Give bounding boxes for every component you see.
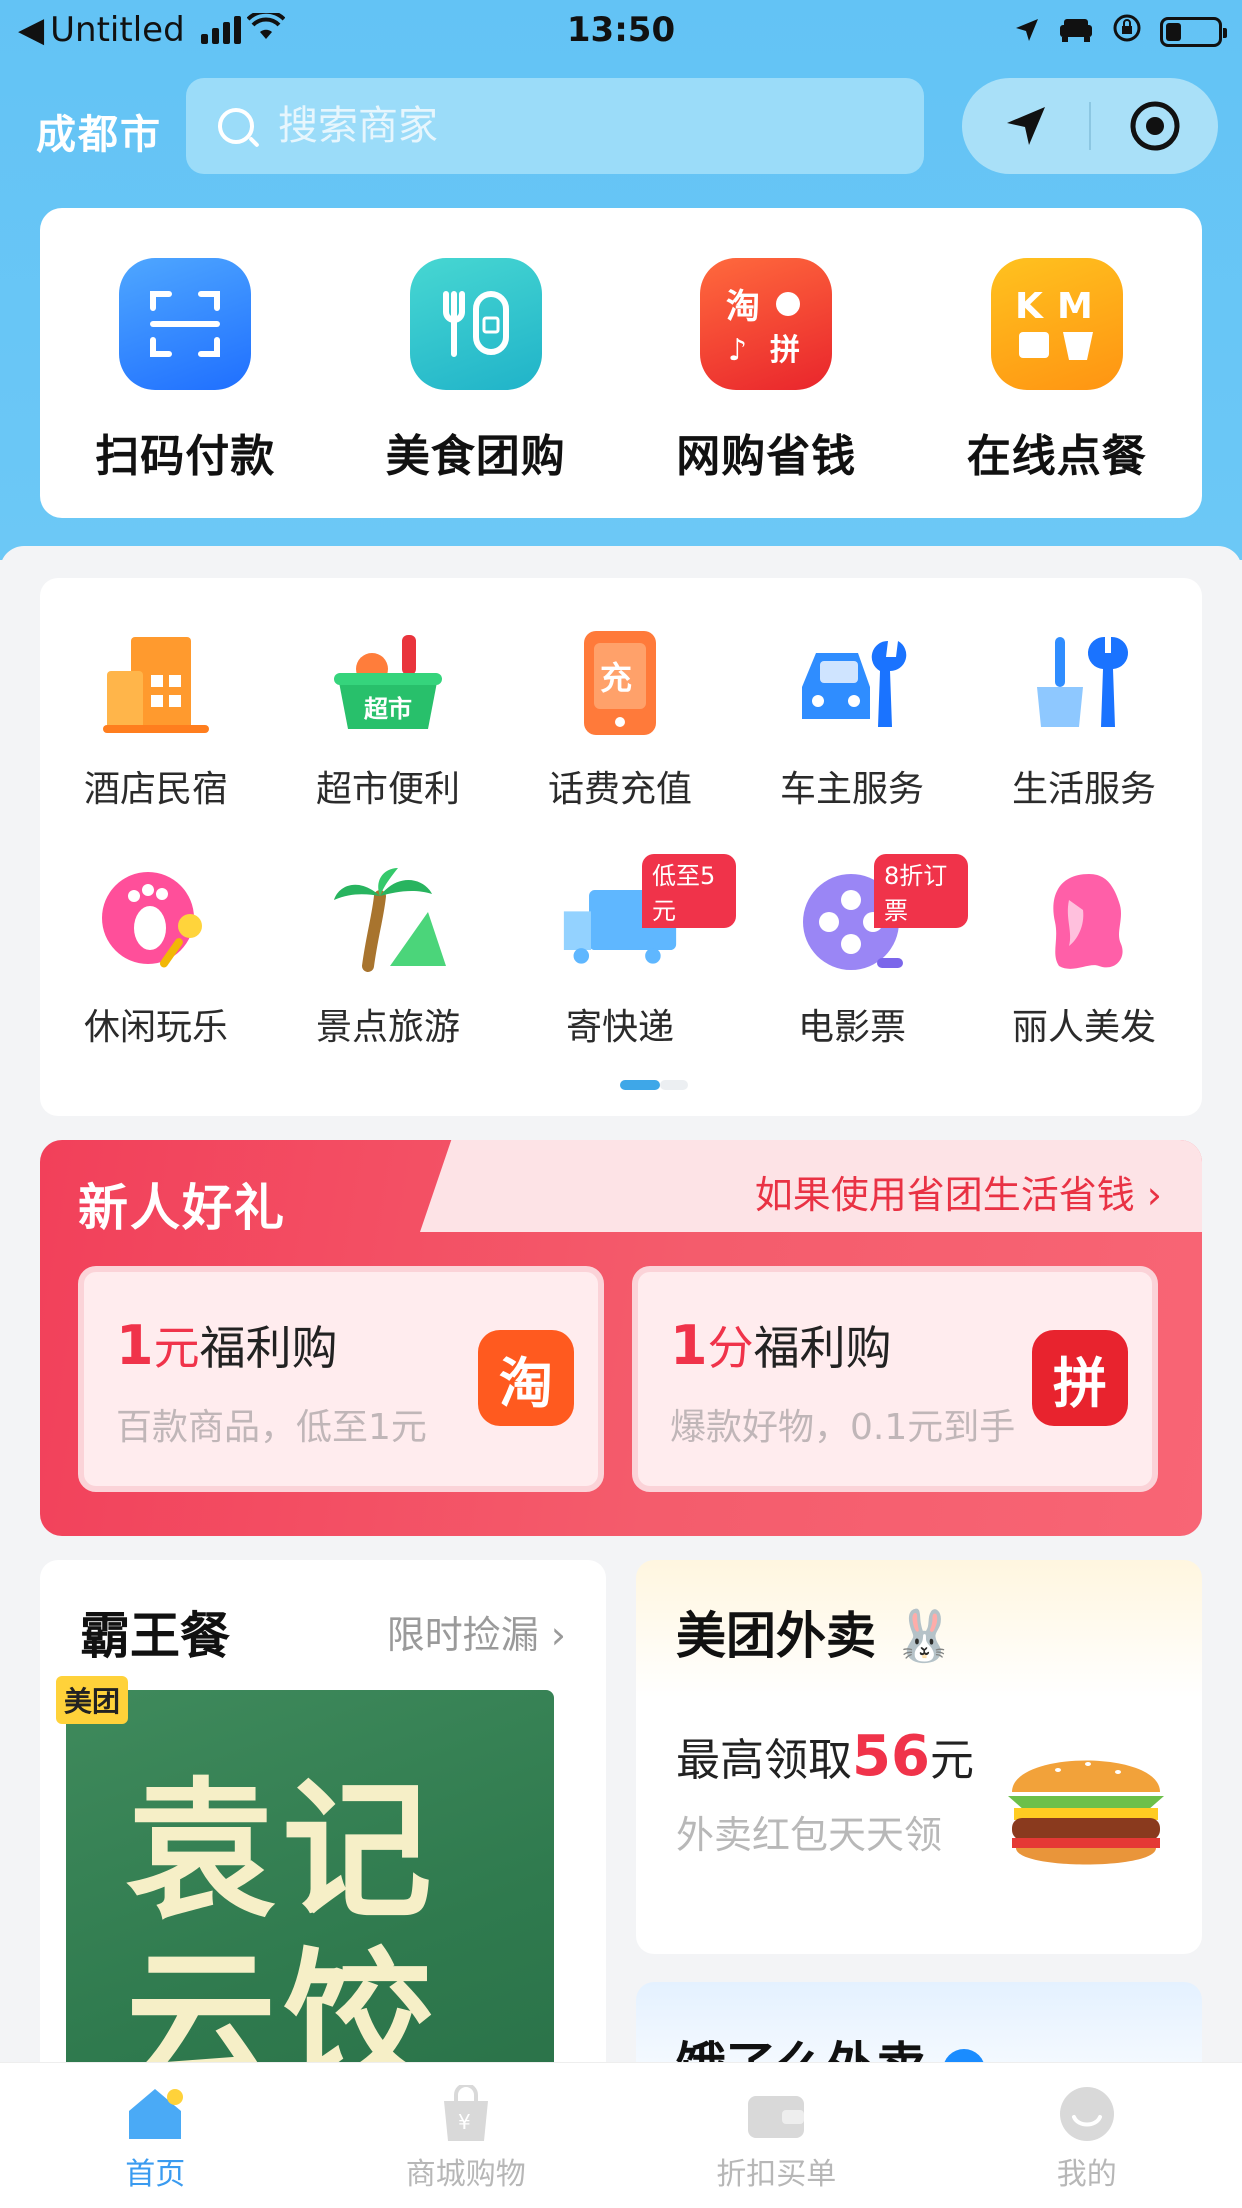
bawangcan-poster[interactable]: 美团 袁记 云饺 xyxy=(56,1676,554,2120)
search-bar[interactable] xyxy=(186,78,924,174)
profile-icon xyxy=(1057,2085,1117,2143)
coupon-label: 福利购 xyxy=(753,1321,892,1375)
coupon-taobao[interactable]: 1元福利购 百款商品，低至1元 淘 xyxy=(78,1266,604,1492)
meituan-subtitle: 外卖红包天天领 xyxy=(676,1813,943,1857)
beauty-icon xyxy=(1024,866,1144,976)
svg-text:¥: ¥ xyxy=(458,2110,471,2134)
meituan-waimai-title: 美团外卖 xyxy=(676,1607,876,1665)
service-movie[interactable]: 电影票 8折订票 xyxy=(736,854,968,1050)
car-service-icon xyxy=(792,628,912,738)
tab-discount[interactable]: 折扣买单 xyxy=(621,2063,932,2208)
city-selector[interactable]: 成都市 xyxy=(36,102,162,160)
location-button[interactable] xyxy=(962,78,1089,174)
shopping-bag-icon: ¥ xyxy=(436,2085,496,2143)
bawangcan-title: 霸王餐 xyxy=(80,1607,230,1665)
services-grid: 酒店民宿 超市 超市便利 充 话费充值 车主服务 生活服务 休闲玩乐 景点旅游 … xyxy=(40,628,1202,1050)
service-car-owner[interactable]: 车主服务 xyxy=(736,628,968,812)
quick-action-online-order[interactable]: KM 在线点餐 xyxy=(937,258,1177,518)
svg-text:♪: ♪ xyxy=(728,333,747,368)
svg-text:K: K xyxy=(1015,286,1044,327)
svg-text:充: 充 xyxy=(600,659,632,697)
leisure-icon xyxy=(96,866,216,976)
search-icon xyxy=(218,108,254,144)
coupon-unit: 分 xyxy=(707,1321,754,1375)
svg-text:淘: 淘 xyxy=(726,287,760,327)
coupon-pinduoduo[interactable]: 1分福利购 爆款好物，0.1元到手 拼 xyxy=(632,1266,1158,1492)
life-service-icon xyxy=(1024,628,1144,738)
coupon-amount: 1 xyxy=(116,1314,154,1377)
page-dot xyxy=(660,1080,688,1090)
navigation-icon xyxy=(1006,107,1045,145)
quick-actions-card: 扫码付款 美食团购 淘 ♪ 拼 网购省钱 KM 在线点餐 xyxy=(40,208,1202,518)
location-arrow-icon xyxy=(1014,12,1040,52)
phone-recharge-icon: 充 xyxy=(560,628,680,738)
service-express[interactable]: 寄快递 低至5元 xyxy=(504,854,736,1050)
page-indicator xyxy=(620,1080,688,1090)
quick-action-food-group[interactable]: 美食团购 xyxy=(356,258,596,518)
service-leisure[interactable]: 休闲玩乐 xyxy=(40,866,272,1050)
rotation-lock-icon xyxy=(1112,12,1142,52)
service-hotel[interactable]: 酒店民宿 xyxy=(40,628,272,812)
movie-badge: 8折订票 xyxy=(874,854,968,928)
scan-icon xyxy=(119,258,252,390)
food-group-icon xyxy=(409,258,542,390)
meituan-tag: 美团 xyxy=(56,1676,129,1724)
promo-title: 新人好礼 xyxy=(78,1179,286,1237)
services-grid-card: 酒店民宿 超市 超市便利 充 话费充值 车主服务 生活服务 休闲玩乐 景点旅游 … xyxy=(40,578,1202,1116)
new-user-promo-banner: 新人好礼 如果使用省团生活省钱 › 1元福利购 百款商品，低至1元 淘 1分福利… xyxy=(40,1140,1202,1536)
wallet-icon xyxy=(746,2085,806,2143)
bawangcan-card[interactable]: 霸王餐 限时捡漏 › 美团 袁记 云饺 xyxy=(40,1560,606,2120)
battery-icon xyxy=(1160,17,1227,47)
chevron-right-icon: › xyxy=(1146,1173,1162,1217)
quick-action-scan-pay[interactable]: 扫码付款 xyxy=(65,258,305,518)
promo-link[interactable]: 如果使用省团生活省钱 › xyxy=(755,1164,1162,1219)
bawangcan-more-link[interactable]: 限时捡漏 › xyxy=(387,1604,566,1659)
online-order-icon: KM xyxy=(990,258,1123,390)
close-miniprogram-button[interactable] xyxy=(1091,78,1218,174)
meituan-waimai-card[interactable]: 美团外卖 🐰 最高领取56元 外卖红包天天领 xyxy=(636,1560,1202,1954)
taobao-logo-icon: 淘 xyxy=(478,1330,574,1426)
search-row: 成都市 xyxy=(0,78,1242,174)
tab-home[interactable]: 首页 xyxy=(0,2063,311,2208)
target-icon xyxy=(1130,101,1179,151)
service-phone-recharge[interactable]: 充 话费充值 xyxy=(504,628,736,812)
service-supermarket[interactable]: 超市 超市便利 xyxy=(272,628,504,812)
page-dot-active xyxy=(620,1080,660,1090)
service-beauty[interactable]: 丽人美发 xyxy=(968,866,1200,1050)
meituan-offer: 最高领取56元 xyxy=(676,1724,974,1789)
service-life[interactable]: 生活服务 xyxy=(968,628,1200,812)
home-icon xyxy=(125,2085,185,2143)
quick-action-online-shopping[interactable]: 淘 ♪ 拼 网购省钱 xyxy=(646,258,886,518)
hotel-icon xyxy=(96,628,216,738)
svg-text:超市: 超市 xyxy=(364,695,412,723)
coupon-subtitle: 爆款好物，0.1元到手 xyxy=(670,1407,1016,1448)
svg-text:拼: 拼 xyxy=(770,333,800,368)
travel-icon xyxy=(328,866,448,976)
chevron-right-icon: › xyxy=(550,1613,566,1657)
svg-text:M: M xyxy=(1057,286,1093,327)
coupon-amount: 1 xyxy=(670,1314,708,1377)
coupon-label: 福利购 xyxy=(199,1321,338,1375)
car-icon xyxy=(1058,12,1094,52)
kangaroo-icon: 🐰 xyxy=(893,1607,956,1665)
burger-icon xyxy=(1008,1760,1164,1865)
search-input[interactable] xyxy=(278,103,878,149)
express-badge: 低至5元 xyxy=(642,854,736,928)
pinduoduo-logo-icon: 拼 xyxy=(1032,1330,1128,1426)
miniprogram-capsule xyxy=(962,78,1218,174)
service-travel[interactable]: 景点旅游 xyxy=(272,866,504,1050)
bottom-tab-bar: 首页 ¥ 商城购物 折扣买单 我的 xyxy=(0,2062,1242,2208)
status-bar: ◀ Untitled 13:50 xyxy=(0,0,1242,64)
coupon-unit: 元 xyxy=(153,1321,200,1375)
online-shopping-icon: 淘 ♪ 拼 xyxy=(700,258,833,390)
supermarket-icon: 超市 xyxy=(328,628,448,738)
coupon-subtitle: 百款商品，低至1元 xyxy=(116,1407,427,1448)
tab-profile[interactable]: 我的 xyxy=(932,2063,1242,2208)
tab-mall[interactable]: ¥ 商城购物 xyxy=(311,2063,622,2208)
